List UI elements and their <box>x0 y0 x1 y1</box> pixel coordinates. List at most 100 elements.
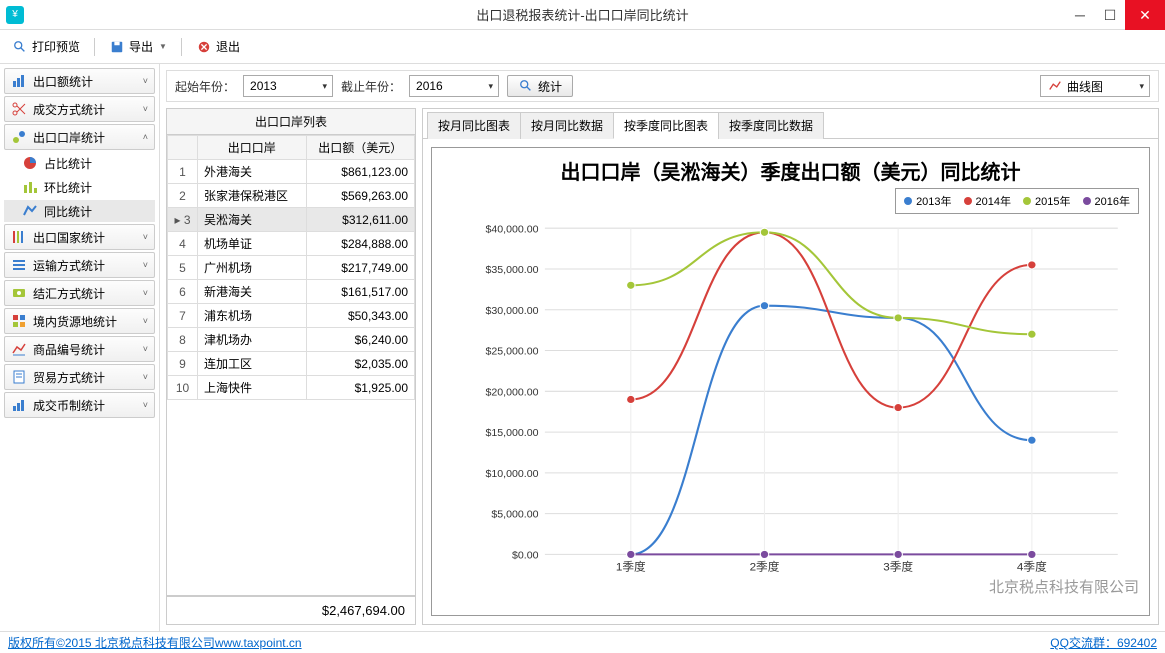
chevron-icon: ˅ <box>143 104 148 114</box>
money-icon <box>11 285 27 301</box>
sidebar-group-结汇方式统计[interactable]: 结汇方式统计˅ <box>4 280 155 306</box>
sidebar-group-出口口岸统计[interactable]: 出口口岸统计˄ <box>4 124 155 150</box>
start-year-select[interactable]: 2013 <box>243 75 333 97</box>
chevron-icon: ˅ <box>143 232 148 242</box>
chart-tabs: 按月同比图表按月同比数据按季度同比图表按季度同比数据 <box>423 109 1158 139</box>
svg-text:$25,000.00: $25,000.00 <box>485 347 538 358</box>
doc-icon <box>11 369 27 385</box>
svg-text:$40,000.00: $40,000.00 <box>485 224 538 235</box>
chevron-icon: ˅ <box>143 288 148 298</box>
sidebar-group-商品编号统计[interactable]: 商品编号统计˅ <box>4 336 155 362</box>
svg-text:1季度: 1季度 <box>616 560 646 574</box>
line-chart-icon <box>1047 78 1063 94</box>
sidebar-item-同比统计[interactable]: 同比统计 <box>4 200 155 222</box>
chevron-icon: ˅ <box>143 260 148 270</box>
bar-icon <box>22 179 38 195</box>
close-button[interactable]: ✕ <box>1125 0 1165 30</box>
chart-icon <box>11 73 27 89</box>
tab-按季度同比数据[interactable]: 按季度同比数据 <box>718 112 824 139</box>
sidebar-group-出口国家统计[interactable]: 出口国家统计˅ <box>4 224 155 250</box>
chevron-icon: ˅ <box>143 344 148 354</box>
chart-type-select[interactable]: 曲线图 <box>1040 75 1150 97</box>
magnifier-icon <box>12 39 28 55</box>
sidebar-item-环比统计[interactable]: 环比统计 <box>4 176 155 198</box>
end-year-label: 截止年份： <box>341 78 401 95</box>
export-label: 导出 <box>129 38 153 55</box>
svg-text:$30,000.00: $30,000.00 <box>485 306 538 317</box>
table-row[interactable]: 2张家港保税港区$569,263.00 <box>168 184 415 208</box>
exit-button[interactable]: 退出 <box>190 34 246 59</box>
titlebar: ¥ 出口退税报表统计-出口口岸同比统计 ─ ☐ ✕ <box>0 0 1165 30</box>
legend-item: 2015年 <box>1023 193 1070 209</box>
svg-text:3季度: 3季度 <box>883 560 913 574</box>
table-row[interactable]: 4机场单证$284,888.00 <box>168 232 415 256</box>
legend-dot <box>1083 197 1091 205</box>
bars-icon <box>11 229 27 245</box>
legend-dot <box>964 197 972 205</box>
sidebar-group-运输方式统计[interactable]: 运输方式统计˅ <box>4 252 155 278</box>
end-year-select[interactable]: 2016 <box>409 75 499 97</box>
minimize-button[interactable]: ─ <box>1065 0 1095 30</box>
chevron-icon: ˅ <box>143 372 148 382</box>
chevron-down-icon: ▼ <box>159 42 167 51</box>
code-icon <box>11 341 27 357</box>
table-row[interactable]: 5广州机场$217,749.00 <box>168 256 415 280</box>
sidebar-group-成交币制统计[interactable]: 成交币制统计˅ <box>4 392 155 418</box>
port-icon <box>11 129 27 145</box>
legend-item: 2013年 <box>904 193 951 209</box>
chart-canvas: $0.00$5,000.00$10,000.00$15,000.00$20,00… <box>460 218 1139 585</box>
window-title: 出口退税报表统计-出口口岸同比统计 <box>476 5 688 24</box>
export-button[interactable]: 导出 ▼ <box>103 34 173 59</box>
print-preview-label: 打印预览 <box>32 38 80 55</box>
toolbar: 打印预览 导出 ▼ 退出 <box>0 30 1165 64</box>
chevron-icon: ˅ <box>143 316 148 326</box>
maximize-button[interactable]: ☐ <box>1095 0 1125 30</box>
tab-按季度同比图表[interactable]: 按季度同比图表 <box>613 112 719 139</box>
pie-icon <box>22 155 38 171</box>
table-total: $2,467,694.00 <box>167 595 415 624</box>
table-row[interactable]: 10上海快件$1,925.00 <box>168 376 415 400</box>
sidebar-group-成交方式统计[interactable]: 成交方式统计˅ <box>4 96 155 122</box>
qq-group-link[interactable]: QQ交流群：692402 <box>1050 636 1157 650</box>
grid-icon <box>11 313 27 329</box>
table-row[interactable]: 9连加工区$2,035.00 <box>168 352 415 376</box>
legend-item: 2014年 <box>964 193 1011 209</box>
table-header: 出口额（美元） <box>306 136 415 160</box>
currency-icon <box>11 397 27 413</box>
table-row[interactable]: 7浦东机场$50,343.00 <box>168 304 415 328</box>
svg-text:$0.00: $0.00 <box>512 551 539 562</box>
legend-dot <box>1023 197 1031 205</box>
exit-icon <box>196 39 212 55</box>
stat-button[interactable]: 统计 <box>507 75 573 97</box>
tab-按月同比图表[interactable]: 按月同比图表 <box>427 112 521 139</box>
svg-text:2季度: 2季度 <box>750 560 780 574</box>
chart-title: 出口口岸（吴淞海关）季度出口额（美元）同比统计 <box>432 148 1149 193</box>
legend-item: 2016年 <box>1083 193 1130 209</box>
app-icon: ¥ <box>6 6 24 24</box>
copyright-link[interactable]: 版权所有©2015 北京税点科技有限公司www.taxpoint.cn <box>8 634 302 651</box>
table-row[interactable]: 6新港海关$161,517.00 <box>168 280 415 304</box>
save-icon <box>109 39 125 55</box>
svg-text:$20,000.00: $20,000.00 <box>485 388 538 399</box>
table-row[interactable]: 1外港海关$861,123.00 <box>168 160 415 184</box>
chart-legend: 2013年 2014年 2015年 2016年 <box>895 188 1139 214</box>
print-preview-button[interactable]: 打印预览 <box>6 34 86 59</box>
table-title: 出口口岸列表 <box>167 109 415 135</box>
sidebar-item-占比统计[interactable]: 占比统计 <box>4 152 155 174</box>
start-year-label: 起始年份： <box>175 78 235 95</box>
list-icon <box>11 257 27 273</box>
table-row[interactable]: ▸ 3吴淞海关$312,611.00 <box>168 208 415 232</box>
sidebar-group-出口额统计[interactable]: 出口额统计˅ <box>4 68 155 94</box>
sidebar-group-境内货源地统计[interactable]: 境内货源地统计˅ <box>4 308 155 334</box>
statusbar: 版权所有©2015 北京税点科技有限公司www.taxpoint.cn QQ交流… <box>0 631 1165 653</box>
svg-text:$10,000.00: $10,000.00 <box>485 469 538 480</box>
sidebar-group-贸易方式统计[interactable]: 贸易方式统计˅ <box>4 364 155 390</box>
magnifier-icon <box>518 78 534 94</box>
exit-label: 退出 <box>216 38 240 55</box>
chevron-icon: ˅ <box>143 76 148 86</box>
tab-按月同比数据[interactable]: 按月同比数据 <box>520 112 614 139</box>
toolbar-divider <box>94 38 95 56</box>
table-header <box>168 136 198 160</box>
table-row[interactable]: 8津机场办$6,240.00 <box>168 328 415 352</box>
svg-text:$35,000.00: $35,000.00 <box>485 265 538 276</box>
